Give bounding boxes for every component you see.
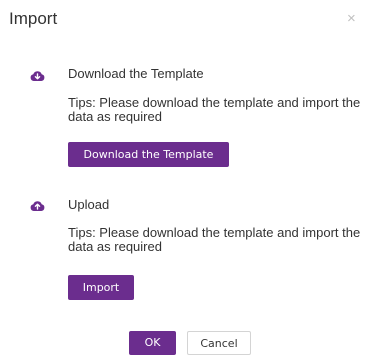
upload-step-title: Upload [68,197,110,212]
import-button[interactable]: Import [68,275,134,300]
cloud-download-icon [30,69,45,82]
upload-step-tips: Tips: Please download the template and i… [68,225,361,254]
import-dialog: Import × Download the Template Tips: Ple… [0,0,365,355]
dialog-title: Import [9,9,58,28]
download-step-title: Download the Template [68,66,204,81]
close-icon[interactable]: × [347,9,356,29]
cloud-upload-icon [30,199,45,212]
ok-button[interactable]: OK [129,331,176,355]
download-step-tips: Tips: Please download the template and i… [68,95,361,124]
cancel-button[interactable]: Cancel [187,331,251,355]
download-template-button[interactable]: Download the Template [68,142,229,167]
